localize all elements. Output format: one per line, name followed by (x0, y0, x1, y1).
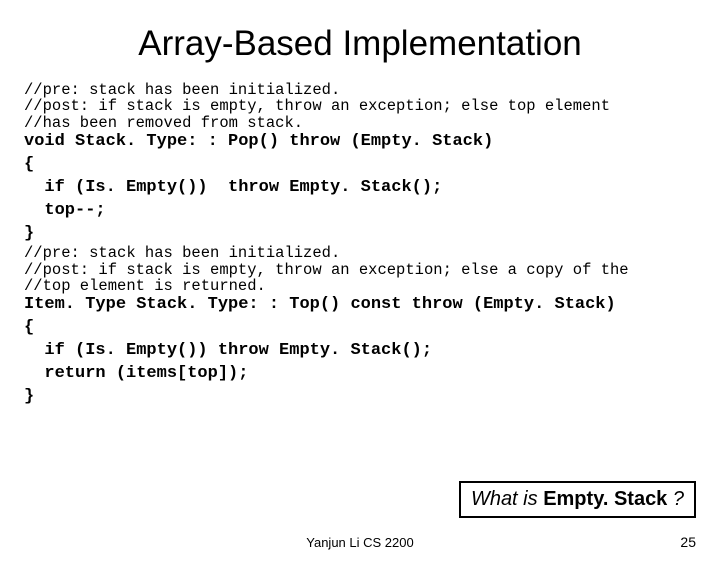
code-line: top--; (24, 201, 106, 220)
callout-suffix: ? (667, 488, 684, 510)
code-line: } (24, 387, 34, 406)
code-line: Item. Type Stack. Type: : Top() const th… (24, 295, 616, 314)
code-line: { (24, 318, 34, 337)
callout-term: Empty. Stack (543, 488, 667, 510)
code-line: { (24, 155, 34, 174)
comment-block-1: //pre: stack has been initialized. //pos… (24, 82, 696, 131)
code-block-1: void Stack. Type: : Pop() throw (Empty. … (24, 131, 696, 246)
code-line: void Stack. Type: : Pop() throw (Empty. … (24, 132, 493, 151)
slide-content: //pre: stack has been initialized. //pos… (0, 82, 720, 409)
footer-page-number: 25 (680, 534, 696, 550)
slide-title: Array-Based Implementation (0, 24, 720, 64)
code-line: if (Is. Empty()) throw Empty. Stack(); (24, 178, 442, 197)
footer-author: Yanjun Li CS 2200 (0, 535, 720, 550)
code-line: return (items[top]); (24, 364, 248, 383)
code-line: if (Is. Empty()) throw Empty. Stack(); (24, 341, 432, 360)
code-line: } (24, 224, 34, 243)
callout-box: What is Empty. Stack ? (459, 481, 696, 518)
code-block-2: Item. Type Stack. Type: : Top() const th… (24, 294, 696, 409)
callout-prefix: What is (471, 488, 543, 510)
comment-line: //top element is returned. (24, 277, 266, 295)
comment-line: //has been removed from stack. (24, 114, 303, 132)
comment-block-2: //pre: stack has been initialized. //pos… (24, 245, 696, 294)
